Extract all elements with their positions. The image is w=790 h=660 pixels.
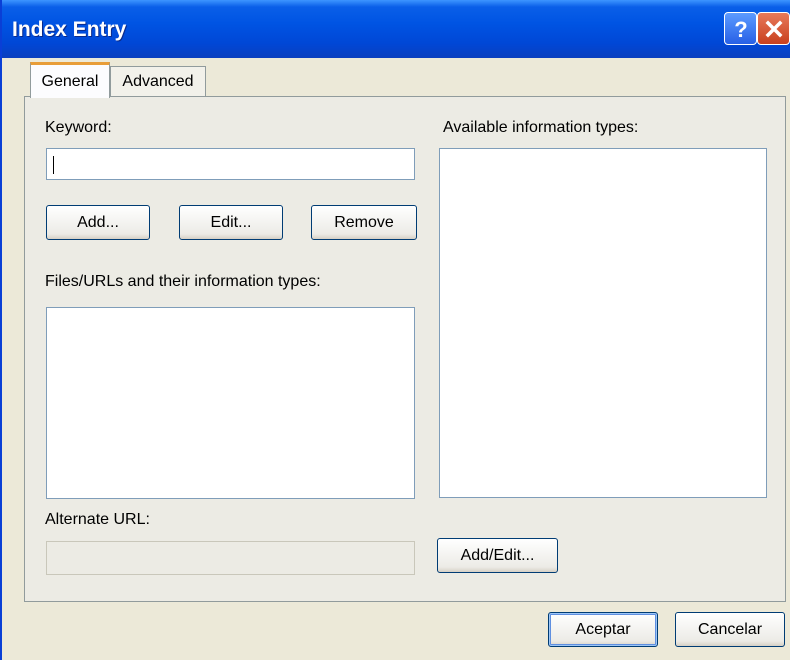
close-button[interactable] <box>757 12 790 45</box>
text-caret <box>53 156 54 174</box>
help-button[interactable]: ? <box>724 12 757 45</box>
ok-button[interactable]: Aceptar <box>548 612 658 647</box>
edit-button[interactable]: Edit... <box>179 205 283 240</box>
tab-general[interactable]: General <box>30 62 110 98</box>
remove-button[interactable]: Remove <box>311 205 417 240</box>
add-edit-button[interactable]: Add/Edit... <box>437 538 558 573</box>
close-icon <box>765 20 782 37</box>
available-types-list[interactable] <box>439 148 767 498</box>
general-tab-panel: Keyword: Add... Edit... Remove Files/URL… <box>24 96 786 602</box>
available-types-label: Available information types: <box>443 119 639 136</box>
title-bar[interactable]: Index Entry ? <box>2 0 790 58</box>
tab-advanced[interactable]: Advanced <box>110 66 206 97</box>
files-urls-list[interactable] <box>46 307 415 499</box>
keyword-input[interactable] <box>46 148 415 180</box>
add-button[interactable]: Add... <box>46 205 150 240</box>
alternate-url-label: Alternate URL: <box>45 511 150 528</box>
svg-text:?: ? <box>734 17 747 41</box>
window-title: Index Entry <box>12 18 127 41</box>
dialog-window: Index Entry ? General Advanced Keyword: … <box>0 0 790 660</box>
files-urls-label: Files/URLs and their information types: <box>45 273 321 290</box>
keyword-label: Keyword: <box>45 119 112 136</box>
cancel-button[interactable]: Cancelar <box>675 612 785 647</box>
alternate-url-input[interactable] <box>46 541 415 575</box>
help-icon: ? <box>734 17 747 41</box>
